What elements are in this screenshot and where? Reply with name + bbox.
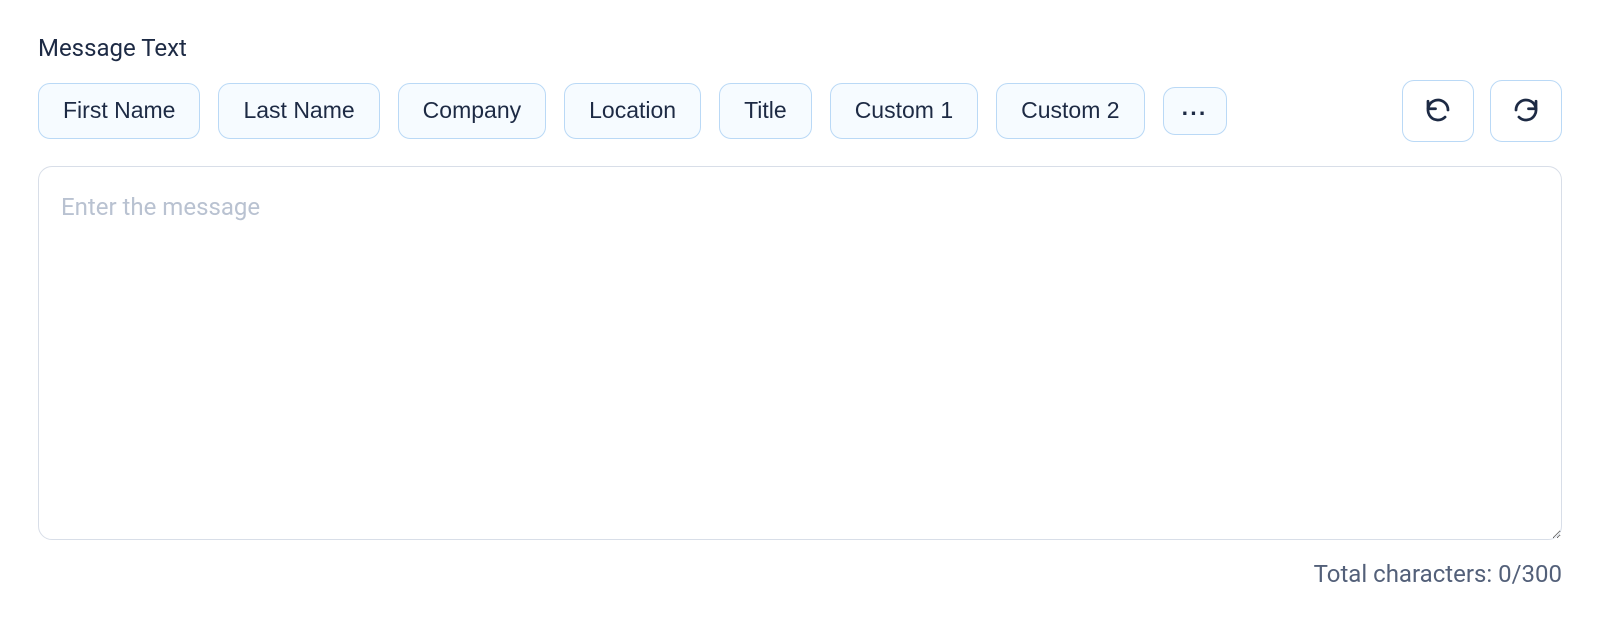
counter-prefix: Total characters: (1314, 560, 1499, 588)
redo-icon (1511, 95, 1541, 128)
section-label: Message Text (38, 34, 1562, 62)
counter-current: 0 (1498, 560, 1512, 588)
redo-button[interactable] (1490, 80, 1562, 142)
chip-company[interactable]: Company (398, 83, 546, 138)
character-counter: Total characters: 0/300 (38, 560, 1562, 588)
undo-icon (1423, 95, 1453, 128)
message-toolbar: First Name Last Name Company Location Ti… (38, 80, 1562, 142)
chip-last-name[interactable]: Last Name (218, 83, 379, 138)
chip-more[interactable]: ··· (1163, 87, 1227, 135)
chip-title[interactable]: Title (719, 83, 812, 138)
message-textarea[interactable] (38, 166, 1562, 540)
variable-chips-group: First Name Last Name Company Location Ti… (38, 83, 1227, 138)
chip-custom-1[interactable]: Custom 1 (830, 83, 978, 138)
history-actions (1402, 80, 1562, 142)
counter-max: 300 (1522, 560, 1562, 588)
chip-custom-2[interactable]: Custom 2 (996, 83, 1144, 138)
chip-location[interactable]: Location (564, 83, 701, 138)
chip-first-name[interactable]: First Name (38, 83, 200, 138)
undo-button[interactable] (1402, 80, 1474, 142)
message-textarea-wrap (38, 166, 1562, 544)
